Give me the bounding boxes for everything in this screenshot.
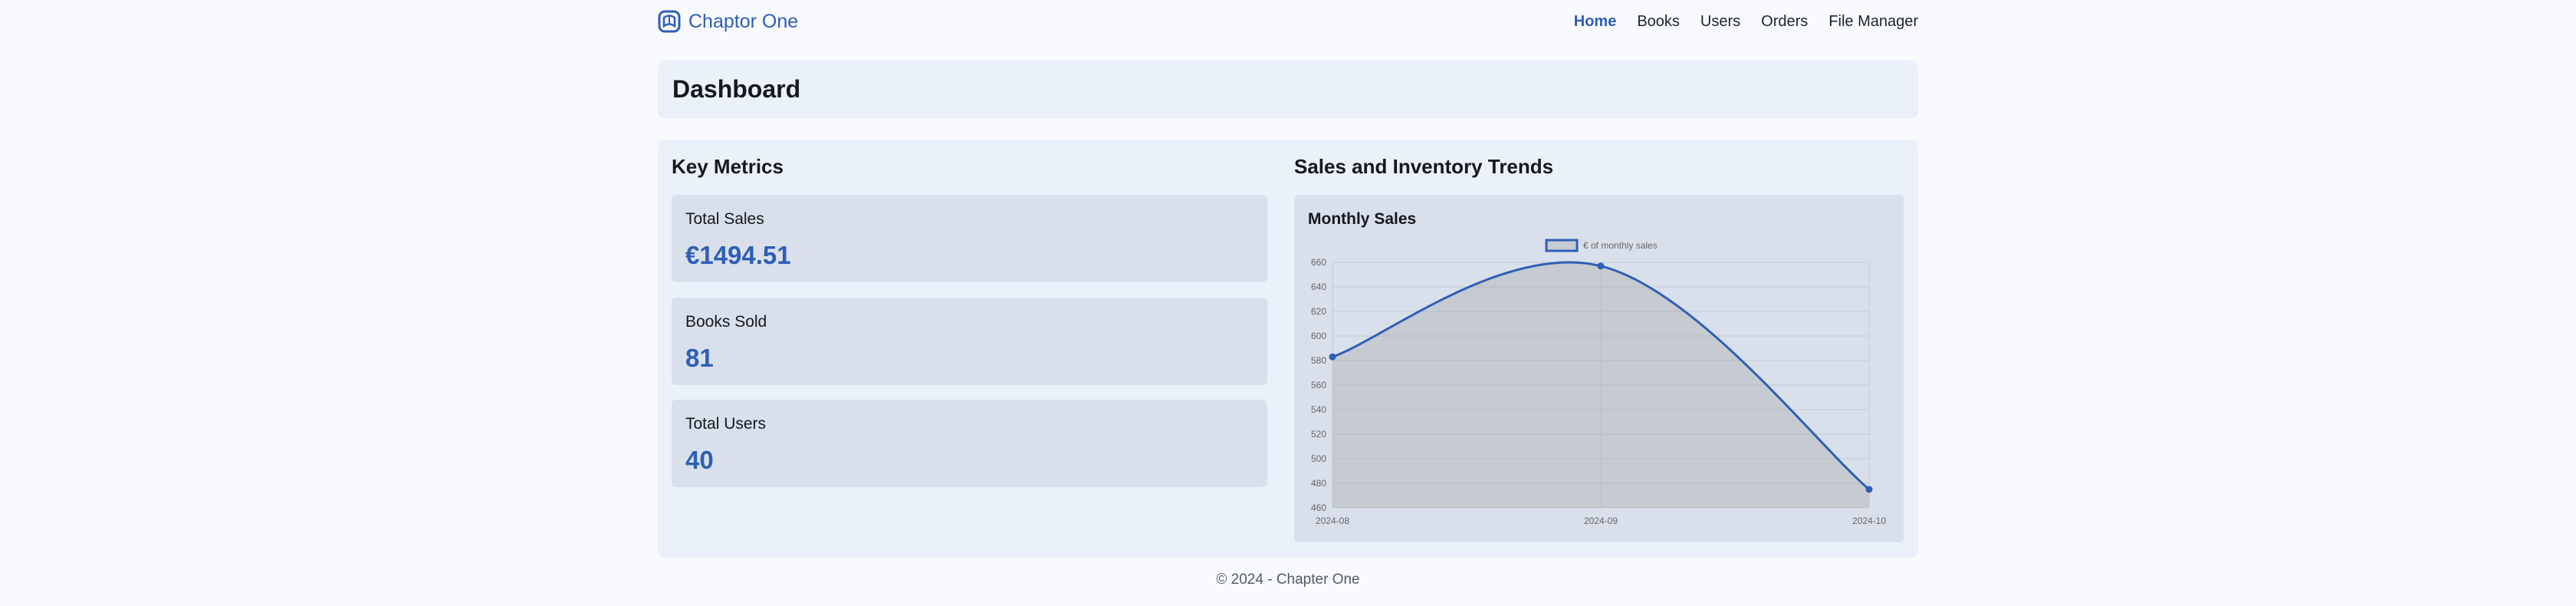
nav-item-users[interactable]: Users xyxy=(1700,13,1740,31)
y-tick-label: 460 xyxy=(1311,502,1326,513)
y-tick-label: 600 xyxy=(1311,331,1326,341)
data-point xyxy=(1329,353,1336,361)
dashboard-panel: Key Metrics Total Sales €1494.51 Books S… xyxy=(658,140,1918,558)
y-tick-label: 520 xyxy=(1311,429,1326,440)
y-tick-label: 560 xyxy=(1311,380,1326,390)
monthly-sales-chart: 460 480 500 520 540 560 580 600 620 640 660 2024-08… xyxy=(1311,239,1886,526)
footer-text: © 2024 - Chapter One xyxy=(1216,571,1360,588)
trends-title: Sales and Inventory Trends xyxy=(1294,155,1554,178)
metric-value: €1494.51 xyxy=(685,241,791,269)
nav-item-file-manager[interactable]: File Manager xyxy=(1829,13,1918,31)
x-tick-label: 2024-08 xyxy=(1316,515,1349,526)
x-tick-label: 2024-09 xyxy=(1584,515,1618,526)
monthly-sales-chart-card: Monthly Sales 460 480 500 520 540 560 580 600 62… xyxy=(1294,195,1904,542)
data-point xyxy=(1865,486,1873,493)
nav-links: Home Books Users Orders File Manager xyxy=(1574,13,1918,31)
page-title: Dashboard xyxy=(672,75,801,103)
metric-value: 81 xyxy=(685,344,714,372)
navbar: Chaptor One Home Books Users Orders File… xyxy=(658,0,1918,43)
metric-label: Books Sold xyxy=(685,313,767,331)
key-metrics-title: Key Metrics xyxy=(672,155,784,178)
y-tick-label: 540 xyxy=(1311,404,1326,415)
metric-label: Total Sales xyxy=(685,210,764,228)
brand-name: Chaptor One xyxy=(688,10,799,32)
y-tick-label: 620 xyxy=(1311,306,1326,317)
metric-value: 40 xyxy=(685,446,714,474)
metric-card-total-users: Total Users 40 xyxy=(672,400,1267,487)
y-tick-label: 480 xyxy=(1311,478,1326,489)
nav-item-orders[interactable]: Orders xyxy=(1761,13,1808,31)
data-point xyxy=(1597,262,1605,270)
nav-item-books[interactable]: Books xyxy=(1637,13,1680,31)
y-tick-label: 580 xyxy=(1311,355,1326,366)
metric-card-total-sales: Total Sales €1494.51 xyxy=(672,195,1267,282)
legend-swatch xyxy=(1545,239,1579,252)
metric-card-books-sold: Books Sold 81 xyxy=(672,298,1267,385)
legend-label: € of monthly sales xyxy=(1583,240,1658,251)
x-tick-label: 2024-10 xyxy=(1852,515,1886,526)
nav-item-home[interactable]: Home xyxy=(1574,13,1617,31)
y-tick-label: 640 xyxy=(1311,282,1326,292)
metric-label: Total Users xyxy=(685,415,767,433)
y-tick-label: 500 xyxy=(1311,453,1326,464)
y-tick-label: 660 xyxy=(1311,257,1326,268)
brand-link[interactable]: Chaptor One xyxy=(658,10,798,33)
page-header: Dashboard xyxy=(658,61,1918,118)
book-logo-icon xyxy=(658,10,681,33)
